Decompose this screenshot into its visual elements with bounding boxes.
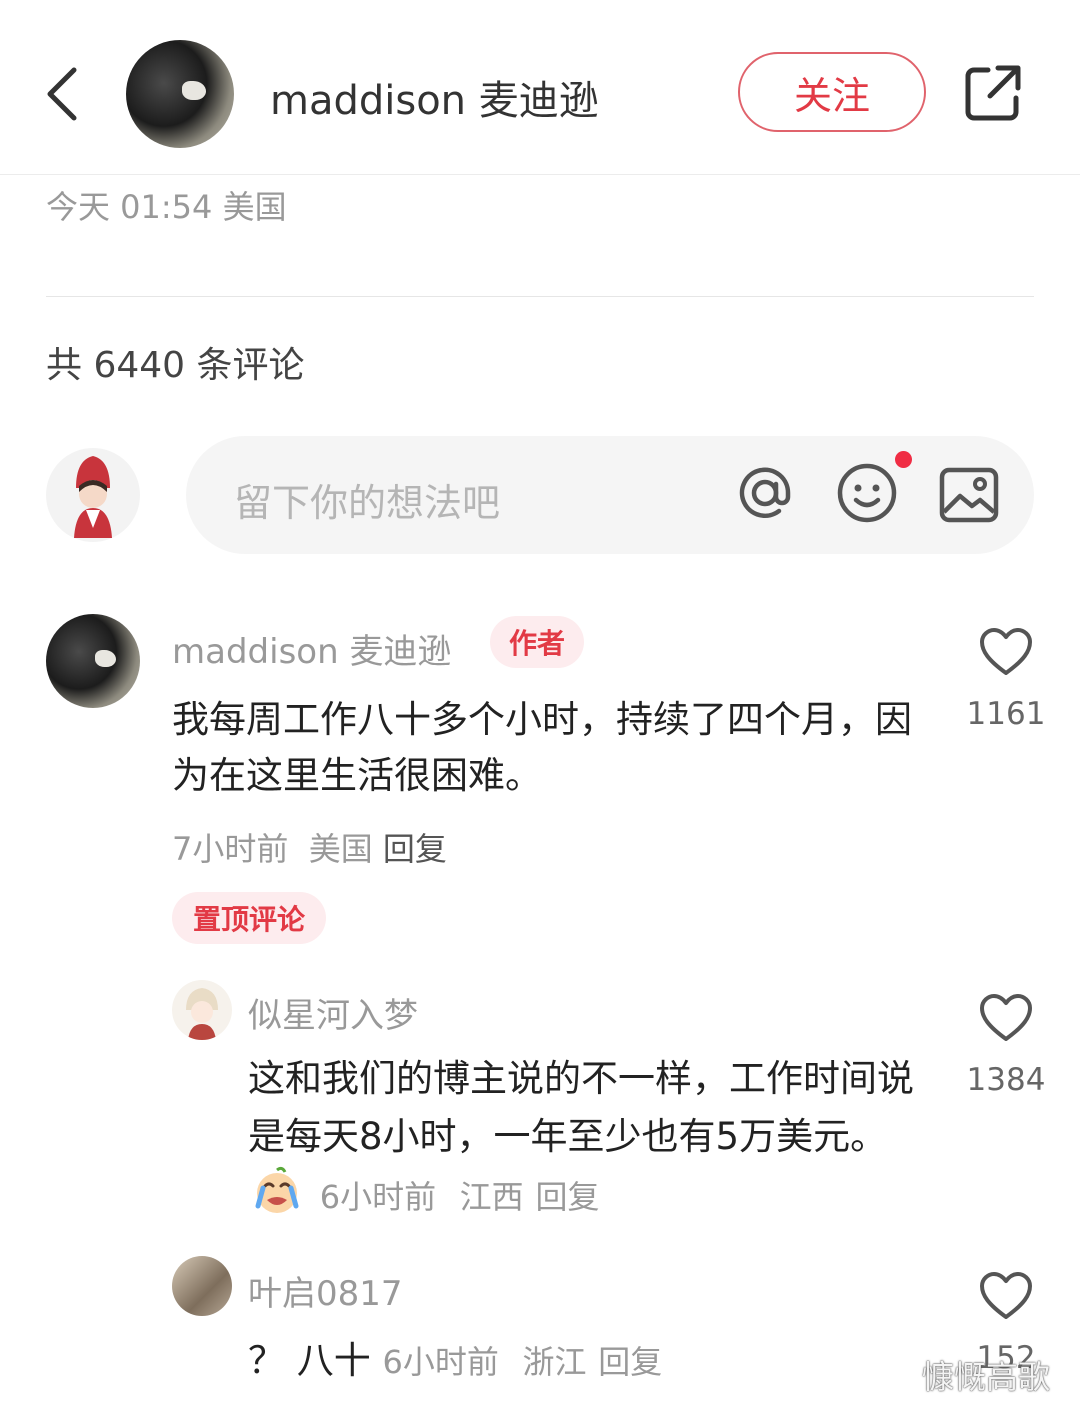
reply-avatar[interactable] [172, 1256, 232, 1316]
section-divider [46, 296, 1034, 297]
at-icon [739, 467, 791, 518]
cartoon-avatar-icon [186, 988, 218, 1040]
my-avatar[interactable] [46, 448, 140, 542]
comment-location: 美国 [308, 830, 373, 868]
comment-username[interactable]: 叶启0817 [248, 1266, 403, 1315]
reply-button[interactable]: 回复 [598, 1343, 662, 1381]
comment-body: ？ 八十 6小时前 浙江 回复 [248, 1330, 662, 1384]
image-icon [939, 467, 999, 523]
watermark: 慷慨高歌 [922, 1358, 1051, 1396]
image-button[interactable] [938, 464, 1000, 526]
comment-time: 6小时前 [382, 1343, 499, 1381]
like-button[interactable] [978, 992, 1034, 1044]
back-button[interactable] [40, 64, 84, 124]
like-button[interactable] [978, 1270, 1034, 1322]
author-avatar[interactable] [126, 40, 234, 148]
heart-icon [980, 628, 1032, 675]
share-icon [965, 65, 1021, 121]
reply-button[interactable]: 回复 [383, 830, 447, 868]
mention-button[interactable] [734, 462, 796, 524]
comment-text: 这和我们的博主说的不一样，工作时间说是每天8小时，一年至少也有5万美元。 [248, 1057, 914, 1158]
heart-icon [980, 1272, 1032, 1319]
cartoon-avatar-icon [74, 456, 112, 538]
comment-location: 江西 [459, 1178, 524, 1216]
comment-time: 7小时前 [172, 830, 289, 868]
comment-input-placeholder[interactable]: 留下你的想法吧 [234, 472, 500, 527]
comment-username[interactable]: maddison 麦迪逊 [172, 624, 451, 673]
reply-avatar[interactable] [172, 980, 232, 1040]
emoji-icon [837, 463, 897, 523]
author-badge: 作者 [490, 616, 584, 668]
emoji-button[interactable] [836, 462, 898, 524]
chevron-left-icon [47, 67, 77, 121]
notification-dot [895, 451, 912, 468]
pinned-badge: 置顶评论 [172, 892, 326, 944]
author-name[interactable]: maddison 麦迪逊 [270, 68, 599, 126]
comment-username[interactable]: 似星河入梦 [248, 988, 418, 1037]
header-divider [0, 174, 1080, 175]
follow-button[interactable]: 关注 [738, 52, 926, 132]
like-button[interactable] [978, 626, 1034, 678]
like-count: 1161 [966, 696, 1046, 732]
reply-button[interactable]: 回复 [535, 1178, 599, 1216]
post-meta: 今天 01:54 美国 [46, 188, 287, 226]
comment-avatar[interactable] [46, 614, 140, 708]
crying-emoji-icon [255, 1166, 299, 1213]
comment-count: 共 6440 条评论 [46, 345, 305, 386]
comment-meta: 7小时前 美国 回复 [172, 824, 447, 870]
comment-location: 浙江 [522, 1343, 587, 1381]
comment-text: ？ 八十 [248, 1339, 371, 1382]
share-button[interactable] [962, 62, 1024, 124]
comment-time: 6小时前 [319, 1178, 437, 1216]
heart-icon [980, 994, 1032, 1041]
like-count: 1384 [966, 1062, 1046, 1098]
comment-body: 这和我们的博主说的不一样，工作时间说是每天8小时，一年至少也有5万美元。 6小时… [248, 1050, 928, 1226]
comment-text: 我每周工作八十多个小时，持续了四个月，因为在这里生活很困难。 [172, 698, 912, 797]
